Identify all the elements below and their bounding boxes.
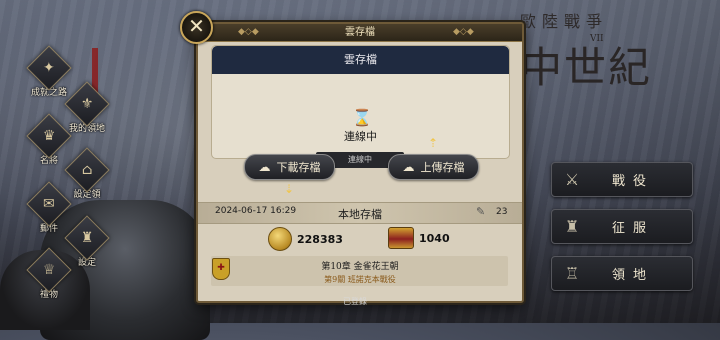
quill-icon: ✎ xyxy=(476,205,486,218)
save-count: 23 xyxy=(496,207,508,217)
dialog-title: 雲存檔 xyxy=(345,27,375,38)
castle-icon: ♜ xyxy=(564,217,580,236)
cloud-upload-icon: ☁ xyxy=(402,160,415,174)
treasure-chest-icon xyxy=(388,227,414,249)
hourglass-icon: ⌛ xyxy=(352,108,372,127)
campaign-label: 戰役 xyxy=(611,174,654,189)
game-title-top: 歐陸戰爭 xyxy=(520,12,609,31)
local-save-bar: 2024-06-17 16:29 本地存檔 ✎ 23 xyxy=(198,202,522,224)
cloud-status-text: 連線中 xyxy=(344,130,377,143)
cloud-save-title: 雲存檔 xyxy=(212,46,509,74)
download-save-button[interactable]: ☁ 下載存檔 xyxy=(244,154,335,180)
fortress-icon: ♖ xyxy=(564,264,580,283)
side-menu-gifts[interactable]: ♕ 禮物 xyxy=(14,247,84,300)
cloud-save-dialog: ◆◇◆ 雲存檔 ◆◇◆ 雲存檔 ⌛ 連線中 連線中 ☁ 下載存檔 ☁ 上傳存檔 … xyxy=(196,22,524,303)
gold-resource: 228383 xyxy=(268,227,343,251)
ornament-icon: ◆◇◆ xyxy=(238,27,259,37)
territory-button[interactable]: ♖ 領地 xyxy=(551,256,693,291)
chest-resource: 1040 xyxy=(388,227,450,249)
cloud-save-panel: 雲存檔 ⌛ 連線中 xyxy=(211,45,510,159)
footer-hint: 已登錄 xyxy=(343,297,367,306)
generals-icon: ♛ xyxy=(26,113,72,159)
upload-save-label: 上傳存檔 xyxy=(420,161,465,174)
dialog-header: ◆◇◆ 雲存檔 ◆◇◆ xyxy=(198,24,522,42)
gold-coin-icon xyxy=(268,227,292,251)
campaign-button[interactable]: ⚔ 戰役 xyxy=(551,162,693,197)
crown-icon: ♕ xyxy=(26,247,72,293)
chest-amount: 1040 xyxy=(419,231,450,245)
chapter-name: 第10章 金雀花王朝 xyxy=(321,262,399,272)
conquest-button[interactable]: ♜ 征服 xyxy=(551,209,693,244)
mail-icon: ✉ xyxy=(26,181,72,227)
swords-icon: ⚔ xyxy=(564,170,580,189)
local-save-title: 本地存檔 xyxy=(338,208,382,221)
game-title-main: 中世紀 xyxy=(520,43,653,92)
upload-save-button[interactable]: ☁ 上傳存檔 xyxy=(388,154,479,180)
arrow-down-icon: ⇣ xyxy=(284,182,295,196)
game-title: 歐陸戰爭 VII 中世紀 xyxy=(520,8,720,95)
gold-amount: 228383 xyxy=(297,232,343,246)
cloud-download-icon: ☁ xyxy=(258,160,271,174)
game-title-numeral: VII xyxy=(590,34,604,44)
territory-label: 領地 xyxy=(611,268,654,283)
battle-name: 第9關 班諾克本戰役 xyxy=(324,275,396,284)
close-button[interactable]: ✕ xyxy=(180,11,213,44)
conquest-label: 征服 xyxy=(611,221,654,236)
home-icon: ⌂ xyxy=(64,147,110,193)
achievement-icon: ✦ xyxy=(26,45,72,91)
ornament-icon: ◆◇◆ xyxy=(453,27,474,37)
arrow-up-icon: ⇡ xyxy=(428,136,439,150)
download-save-label: 下載存檔 xyxy=(276,161,321,174)
